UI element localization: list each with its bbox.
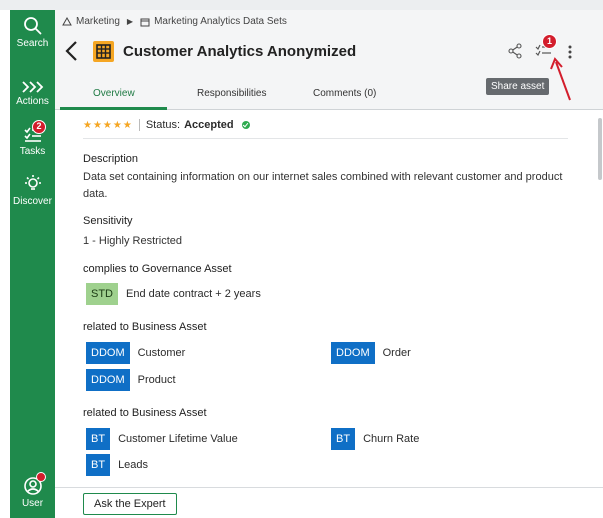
status-row: ★★★★★ Status: Accepted <box>83 119 250 131</box>
tab-responsibilities[interactable]: Responsibilities <box>197 88 266 99</box>
check-icon <box>241 121 250 129</box>
sensitivity-label: Sensitivity <box>83 215 133 227</box>
sidebar-item-label: User <box>21 498 44 509</box>
scrollbar-thumb[interactable] <box>598 118 602 180</box>
business-asset-chip[interactable]: DDOM Product <box>86 369 176 391</box>
sidebar-item-search[interactable]: Search <box>10 16 55 49</box>
business-asset-label: related to Business Asset <box>83 407 207 419</box>
business-term-chip[interactable]: BT Leads <box>86 454 148 476</box>
breadcrumb-item-marketing[interactable]: Marketing <box>76 16 120 27</box>
business-asset-label: related to Business Asset <box>83 321 207 333</box>
asset-name: Order <box>382 347 411 359</box>
discover-icon <box>24 175 41 190</box>
top-strip <box>0 0 603 10</box>
asset-name: Leads <box>118 459 149 471</box>
asset-type-tag: DDOM <box>331 342 375 364</box>
asset-name: Churn Rate <box>363 433 420 445</box>
tab-overview[interactable]: Overview <box>93 88 135 99</box>
sidebar-item-label: Actions <box>16 96 49 107</box>
data-set-asset-icon <box>93 41 114 62</box>
community-icon <box>62 16 72 25</box>
sidebar-item-label: Tasks <box>19 146 46 157</box>
asset-type-tag: DDOM <box>86 342 130 364</box>
asset-tasks-badge: 1 <box>542 34 557 49</box>
annotation-arrow-icon <box>550 57 571 101</box>
description-text: Data set containing information on our i… <box>83 171 563 200</box>
rating-stars[interactable]: ★★★★★ <box>83 120 133 131</box>
asset-type-tag: BT <box>86 454 111 476</box>
sidebar-item-label: Discover <box>13 196 52 207</box>
sensitivity-value: 1 - Highly Restricted <box>83 235 183 247</box>
business-term-chip[interactable]: BT Customer Lifetime Value <box>86 428 238 450</box>
page-title: Customer Analytics Anonymized <box>123 43 357 60</box>
ask-the-expert-button[interactable]: Ask the Expert <box>83 493 177 515</box>
user-status-dot <box>36 472 46 482</box>
back-chevron-icon[interactable] <box>64 40 80 62</box>
actions-icon <box>21 81 43 93</box>
breadcrumb: Marketing ▶ Marketing Analytics Data Set… <box>62 16 287 27</box>
asset-header: Marketing ▶ Marketing Analytics Data Set… <box>55 10 603 78</box>
tasks-badge: 2 <box>32 120 46 134</box>
footer-bar: Ask the Expert <box>55 487 603 518</box>
asset-type-tag: DDOM <box>86 369 130 391</box>
search-icon <box>23 17 41 35</box>
governance-asset-chip[interactable]: STD End date contract + 2 years <box>86 283 261 305</box>
sidebar-item-discover[interactable]: Discover <box>10 174 55 207</box>
business-asset-chip[interactable]: DDOM Order <box>331 342 411 364</box>
asset-name: End date contract + 2 years <box>126 288 261 300</box>
status-label: Status: <box>145 119 181 131</box>
business-asset-chip[interactable]: DDOM Customer <box>86 342 185 364</box>
sidebar-item-tasks[interactable]: 2 Tasks <box>10 120 55 157</box>
share-icon[interactable] <box>507 43 523 59</box>
asset-type-tag: STD <box>86 283 118 305</box>
asset-name: Customer <box>137 347 186 359</box>
domain-icon <box>140 18 150 26</box>
divider <box>138 119 140 131</box>
asset-type-tag: BT <box>331 428 356 450</box>
divider <box>83 138 568 139</box>
business-term-chip[interactable]: BT Churn Rate <box>331 428 419 450</box>
breadcrumb-item-data-sets[interactable]: Marketing Analytics Data Sets <box>154 16 287 27</box>
asset-name: Product <box>137 374 176 386</box>
tab-comments[interactable]: Comments (0) <box>313 88 376 99</box>
asset-type-tag: BT <box>86 428 111 450</box>
status-value: Accepted <box>184 119 234 131</box>
governance-label: complies to Governance Asset <box>83 263 232 275</box>
sidebar-item-actions[interactable]: Actions <box>10 80 55 107</box>
active-tab-indicator <box>60 107 167 110</box>
sidebar-item-user[interactable]: User <box>10 472 55 509</box>
asset-name: Customer Lifetime Value <box>118 433 238 445</box>
breadcrumb-separator-icon: ▶ <box>126 17 134 26</box>
overview-panel: ★★★★★ Status: Accepted Description Data … <box>55 111 592 487</box>
sidebar-item-label: Search <box>16 38 49 49</box>
description-label: Description <box>83 153 139 165</box>
sidebar: Search Actions 2 Tasks Discover User <box>10 10 55 518</box>
